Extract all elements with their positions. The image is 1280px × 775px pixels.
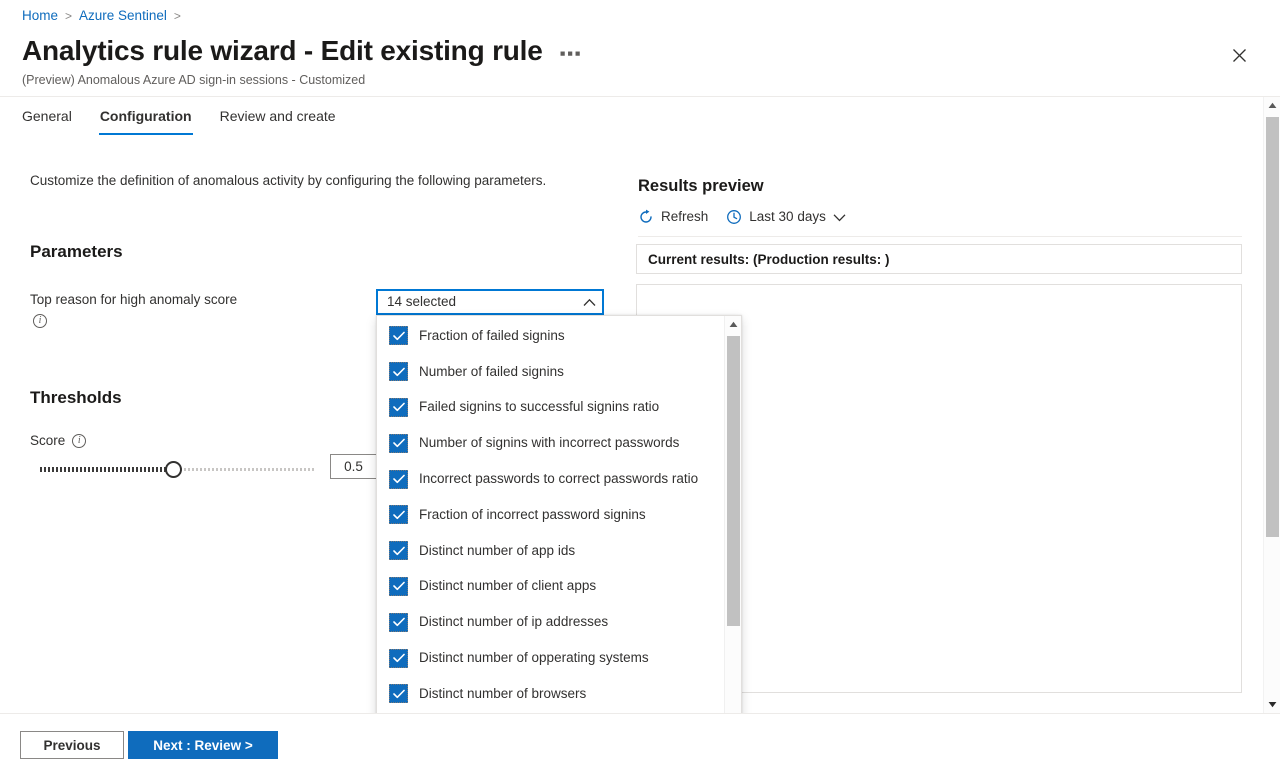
list-item[interactable]: Fraction of failed signins bbox=[377, 318, 724, 354]
page-scroll-up-icon[interactable] bbox=[1264, 97, 1280, 114]
top-reason-dropdown[interactable]: 14 selected bbox=[376, 289, 604, 315]
list-item-label: Distinct number of ip addresses bbox=[419, 613, 608, 631]
thresholds-heading: Thresholds bbox=[30, 386, 122, 410]
breadcrumb-separator-icon: > bbox=[65, 7, 72, 25]
score-value-input[interactable]: 0.5 bbox=[330, 454, 377, 479]
timerange-label: Last 30 days bbox=[749, 208, 826, 226]
list-item-label: Failed signins to successful signins rat… bbox=[419, 398, 659, 416]
next-review-button[interactable]: Next : Review > bbox=[128, 731, 278, 759]
list-item-label: Fraction of incorrect password signins bbox=[419, 506, 646, 524]
chevron-down-icon bbox=[833, 213, 846, 222]
checkbox-checked-icon[interactable] bbox=[389, 398, 408, 417]
score-slider[interactable] bbox=[40, 458, 315, 480]
page-title: Analytics rule wizard - Edit existing ru… bbox=[22, 33, 543, 69]
tab-configuration-label: Configuration bbox=[100, 108, 192, 124]
scroll-down-icon[interactable] bbox=[725, 709, 742, 713]
results-preview-divider bbox=[638, 236, 1242, 237]
checkbox-checked-icon[interactable] bbox=[389, 362, 408, 381]
breadcrumb: Home > Azure Sentinel > bbox=[22, 7, 181, 25]
score-label-row: Score i bbox=[30, 432, 86, 450]
clock-icon bbox=[726, 209, 742, 225]
configuration-panel: Customize the definition of anomalous ac… bbox=[0, 148, 1280, 713]
tab-review-and-create[interactable]: Review and create bbox=[206, 106, 350, 135]
list-item-label: Incorrect passwords to correct passwords… bbox=[419, 470, 698, 488]
checkbox-checked-icon[interactable] bbox=[389, 541, 408, 560]
list-item[interactable]: Distinct number of opperating systems bbox=[377, 640, 724, 676]
results-preview-title: Results preview bbox=[638, 175, 764, 197]
list-item-label: Number of failed signins bbox=[419, 363, 564, 381]
list-item-label: Distinct number of client apps bbox=[419, 577, 596, 595]
score-label: Score bbox=[30, 432, 65, 450]
tab-configuration[interactable]: Configuration bbox=[86, 106, 206, 135]
list-item-label: Number of signins with incorrect passwor… bbox=[419, 434, 679, 452]
checkbox-checked-icon[interactable] bbox=[389, 326, 408, 345]
page-scrollbar[interactable] bbox=[1263, 97, 1280, 713]
list-item[interactable]: Incorrect passwords to correct passwords… bbox=[377, 461, 724, 497]
current-results-bar: Current results: (Production results: ) bbox=[636, 244, 1242, 274]
chevron-up-icon bbox=[583, 298, 596, 307]
top-reason-option-list: Fraction of failed signins Number of fai… bbox=[377, 316, 724, 713]
wizard-tabs: General Configuration Review and create bbox=[8, 106, 350, 138]
list-item[interactable]: Distinct number of browsers bbox=[377, 676, 724, 712]
list-item[interactable]: Distinct number of cities bbox=[377, 712, 724, 713]
checkbox-checked-icon[interactable] bbox=[389, 434, 408, 453]
checkbox-checked-icon[interactable] bbox=[389, 613, 408, 632]
tab-review-and-create-label: Review and create bbox=[220, 108, 336, 124]
list-item-label: Distinct number of opperating systems bbox=[419, 649, 649, 667]
list-item[interactable]: Fraction of incorrect password signins bbox=[377, 497, 724, 533]
top-reason-dropdown-value: 14 selected bbox=[387, 293, 583, 311]
dropdown-scrollbar[interactable] bbox=[724, 316, 741, 713]
refresh-button[interactable]: Refresh bbox=[638, 208, 708, 226]
checkbox-checked-icon[interactable] bbox=[389, 684, 408, 703]
page-scrollbar-thumb[interactable] bbox=[1266, 117, 1279, 537]
more-options-icon[interactable]: ▪▪▪ bbox=[557, 44, 586, 64]
breadcrumb-link-home[interactable]: Home bbox=[22, 7, 58, 25]
list-item-label: Distinct number of browsers bbox=[419, 685, 586, 703]
top-reason-info-wrapper: i bbox=[33, 312, 47, 330]
checkbox-checked-icon[interactable] bbox=[389, 577, 408, 596]
tab-general-label: General bbox=[22, 108, 72, 124]
checkbox-checked-icon[interactable] bbox=[389, 649, 408, 668]
top-reason-dropdown-panel: Fraction of failed signins Number of fai… bbox=[376, 315, 742, 713]
breadcrumb-separator-icon-2: > bbox=[174, 7, 181, 25]
intro-description: Customize the definition of anomalous ac… bbox=[30, 171, 546, 190]
info-icon-score[interactable]: i bbox=[72, 434, 86, 448]
info-icon[interactable]: i bbox=[33, 314, 47, 328]
score-slider-fill bbox=[40, 467, 173, 472]
breadcrumb-link-azure-sentinel[interactable]: Azure Sentinel bbox=[79, 7, 167, 25]
close-icon[interactable] bbox=[1226, 42, 1252, 68]
header-divider bbox=[0, 96, 1280, 97]
list-item[interactable]: Distinct number of ip addresses bbox=[377, 604, 724, 640]
list-item[interactable]: Distinct number of client apps bbox=[377, 569, 724, 605]
page-header: Analytics rule wizard - Edit existing ru… bbox=[22, 33, 585, 69]
scroll-up-icon[interactable] bbox=[725, 316, 742, 333]
list-item[interactable]: Number of failed signins bbox=[377, 354, 724, 390]
checkbox-checked-icon[interactable] bbox=[389, 470, 408, 489]
top-reason-label: Top reason for high anomaly score bbox=[30, 290, 360, 309]
wizard-footer: Previous Next : Review > bbox=[0, 713, 1280, 775]
refresh-label: Refresh bbox=[661, 208, 708, 226]
list-item[interactable]: Number of signins with incorrect passwor… bbox=[377, 425, 724, 461]
list-item-label: Distinct number of app ids bbox=[419, 542, 575, 560]
page-scroll-down-icon[interactable] bbox=[1264, 696, 1280, 713]
list-item[interactable]: Distinct number of app ids bbox=[377, 533, 724, 569]
previous-button[interactable]: Previous bbox=[20, 731, 124, 759]
dropdown-scrollbar-thumb[interactable] bbox=[727, 336, 740, 626]
timerange-picker[interactable]: Last 30 days bbox=[726, 208, 846, 226]
list-item-label: Fraction of failed signins bbox=[419, 327, 565, 345]
checkbox-checked-icon[interactable] bbox=[389, 505, 408, 524]
results-preview-commandbar: Refresh Last 30 days bbox=[638, 208, 846, 226]
parameters-heading: Parameters bbox=[30, 240, 123, 264]
page-subtitle: (Preview) Anomalous Azure AD sign-in ses… bbox=[22, 72, 365, 88]
refresh-icon bbox=[638, 209, 654, 225]
list-item[interactable]: Failed signins to successful signins rat… bbox=[377, 390, 724, 426]
tab-general[interactable]: General bbox=[8, 106, 86, 135]
score-slider-thumb[interactable] bbox=[165, 461, 182, 478]
